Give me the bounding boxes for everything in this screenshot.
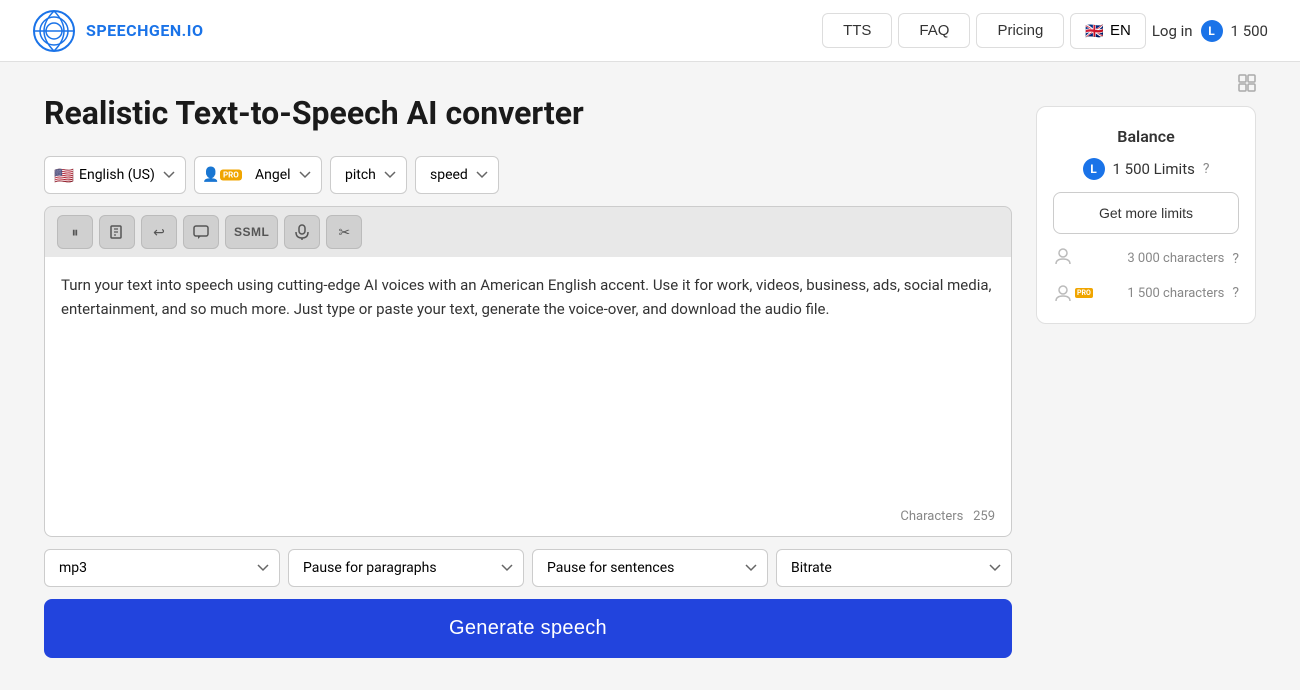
ssml-toolbar-button[interactable]: SSML <box>225 215 278 249</box>
header-nav: TTS FAQ Pricing 🇬🇧 EN Log in L 1 500 <box>822 13 1268 49</box>
right-panel: Balance L 1 500 Limits ? Get more limits… <box>1036 94 1256 658</box>
pro-limit-help-icon[interactable]: ? <box>1232 285 1239 301</box>
user-balance-icon: L <box>1201 20 1223 42</box>
user-balance-amount: 1 500 <box>1231 22 1268 40</box>
pro-user-icon: PRO <box>1053 283 1093 303</box>
page-title: Realistic Text-to-Speech AI converter <box>44 94 1012 132</box>
voice-dropdown[interactable]: Angel <box>194 156 322 194</box>
free-limit-help-icon[interactable]: ? <box>1232 251 1239 267</box>
edit-toolbar-button[interactable] <box>99 215 135 249</box>
balance-help-icon[interactable]: ? <box>1203 161 1210 177</box>
balance-circle-icon: L <box>1083 158 1105 180</box>
speed-dropdown[interactable]: speed <box>415 156 499 194</box>
login-link[interactable]: Log in <box>1152 22 1193 40</box>
text-editor: ⏸ ↩ SSML ✂ Turn your text into speech u <box>44 206 1012 537</box>
char-count-value: 259 <box>973 509 995 524</box>
scissors-toolbar-button[interactable]: ✂ <box>326 215 362 249</box>
logo-text: SPEECHGEN.IO <box>86 21 203 40</box>
lang-label: EN <box>1110 22 1131 39</box>
free-limit-row: 3 000 characters ? <box>1053 246 1239 271</box>
flag-icon: 🇬🇧 <box>1085 22 1104 40</box>
bitrate-dropdown[interactable]: Bitrate <box>776 549 1012 587</box>
text-content: Turn your text into speech using cutting… <box>61 273 995 321</box>
balance-amount-row: L 1 500 Limits ? <box>1083 158 1210 180</box>
logo-area: SPEECHGEN.IO <box>32 9 203 53</box>
balance-title: Balance <box>1117 127 1174 146</box>
expand-icon[interactable] <box>1238 74 1256 96</box>
toolbar: ⏸ ↩ SSML ✂ <box>44 206 1012 257</box>
pro-limit-badge: PRO <box>1075 288 1093 298</box>
text-area[interactable]: Turn your text into speech using cutting… <box>44 257 1012 537</box>
pause-sentences-dropdown[interactable]: Pause for sentences <box>532 549 768 587</box>
free-limit-text: 3 000 characters <box>1081 251 1224 266</box>
pause-toolbar-button[interactable]: ⏸ <box>57 215 93 249</box>
pro-limit-row: PRO 1 500 characters ? <box>1053 283 1239 303</box>
controls-row: 🇺🇸 English (US) 👤 PRO Angel pitch speed <box>44 156 1012 194</box>
char-count-label: Characters <box>900 509 963 524</box>
language-nav-button[interactable]: 🇬🇧 EN <box>1070 13 1146 49</box>
balance-amount-text: 1 500 Limits <box>1113 160 1195 178</box>
language-dropdown[interactable]: English (US) <box>44 156 186 194</box>
char-count: Characters 259 <box>900 509 995 524</box>
comment-toolbar-button[interactable] <box>183 215 219 249</box>
mic-toolbar-button[interactable] <box>284 215 320 249</box>
header: SPEECHGEN.IO TTS FAQ Pricing 🇬🇧 EN Log i… <box>0 0 1300 62</box>
pro-limit-text: 1 500 characters <box>1101 286 1225 301</box>
pricing-nav-button[interactable]: Pricing <box>976 13 1064 48</box>
logo-icon <box>32 9 76 53</box>
voice-select-wrap: 👤 PRO Angel <box>194 156 322 194</box>
login-area: Log in L 1 500 <box>1152 20 1268 42</box>
output-row: mp3 Pause for paragraphs Pause for sente… <box>44 549 1012 587</box>
free-user-icon <box>1053 246 1073 271</box>
undo-toolbar-button[interactable]: ↩ <box>141 215 177 249</box>
get-more-limits-button[interactable]: Get more limits <box>1053 192 1239 234</box>
pause-paragraphs-dropdown[interactable]: Pause for paragraphs <box>288 549 524 587</box>
main-content: Realistic Text-to-Speech AI converter 🇺🇸… <box>20 62 1280 690</box>
pitch-dropdown[interactable]: pitch <box>330 156 407 194</box>
language-select-wrap: 🇺🇸 English (US) <box>44 156 186 194</box>
tts-nav-button[interactable]: TTS <box>822 13 892 48</box>
ssml-label: SSML <box>234 225 269 239</box>
generate-speech-button[interactable]: Generate speech <box>44 599 1012 658</box>
left-panel: Realistic Text-to-Speech AI converter 🇺🇸… <box>44 94 1012 658</box>
balance-card: Balance L 1 500 Limits ? Get more limits… <box>1036 106 1256 324</box>
faq-nav-button[interactable]: FAQ <box>898 13 970 48</box>
format-dropdown[interactable]: mp3 <box>44 549 280 587</box>
